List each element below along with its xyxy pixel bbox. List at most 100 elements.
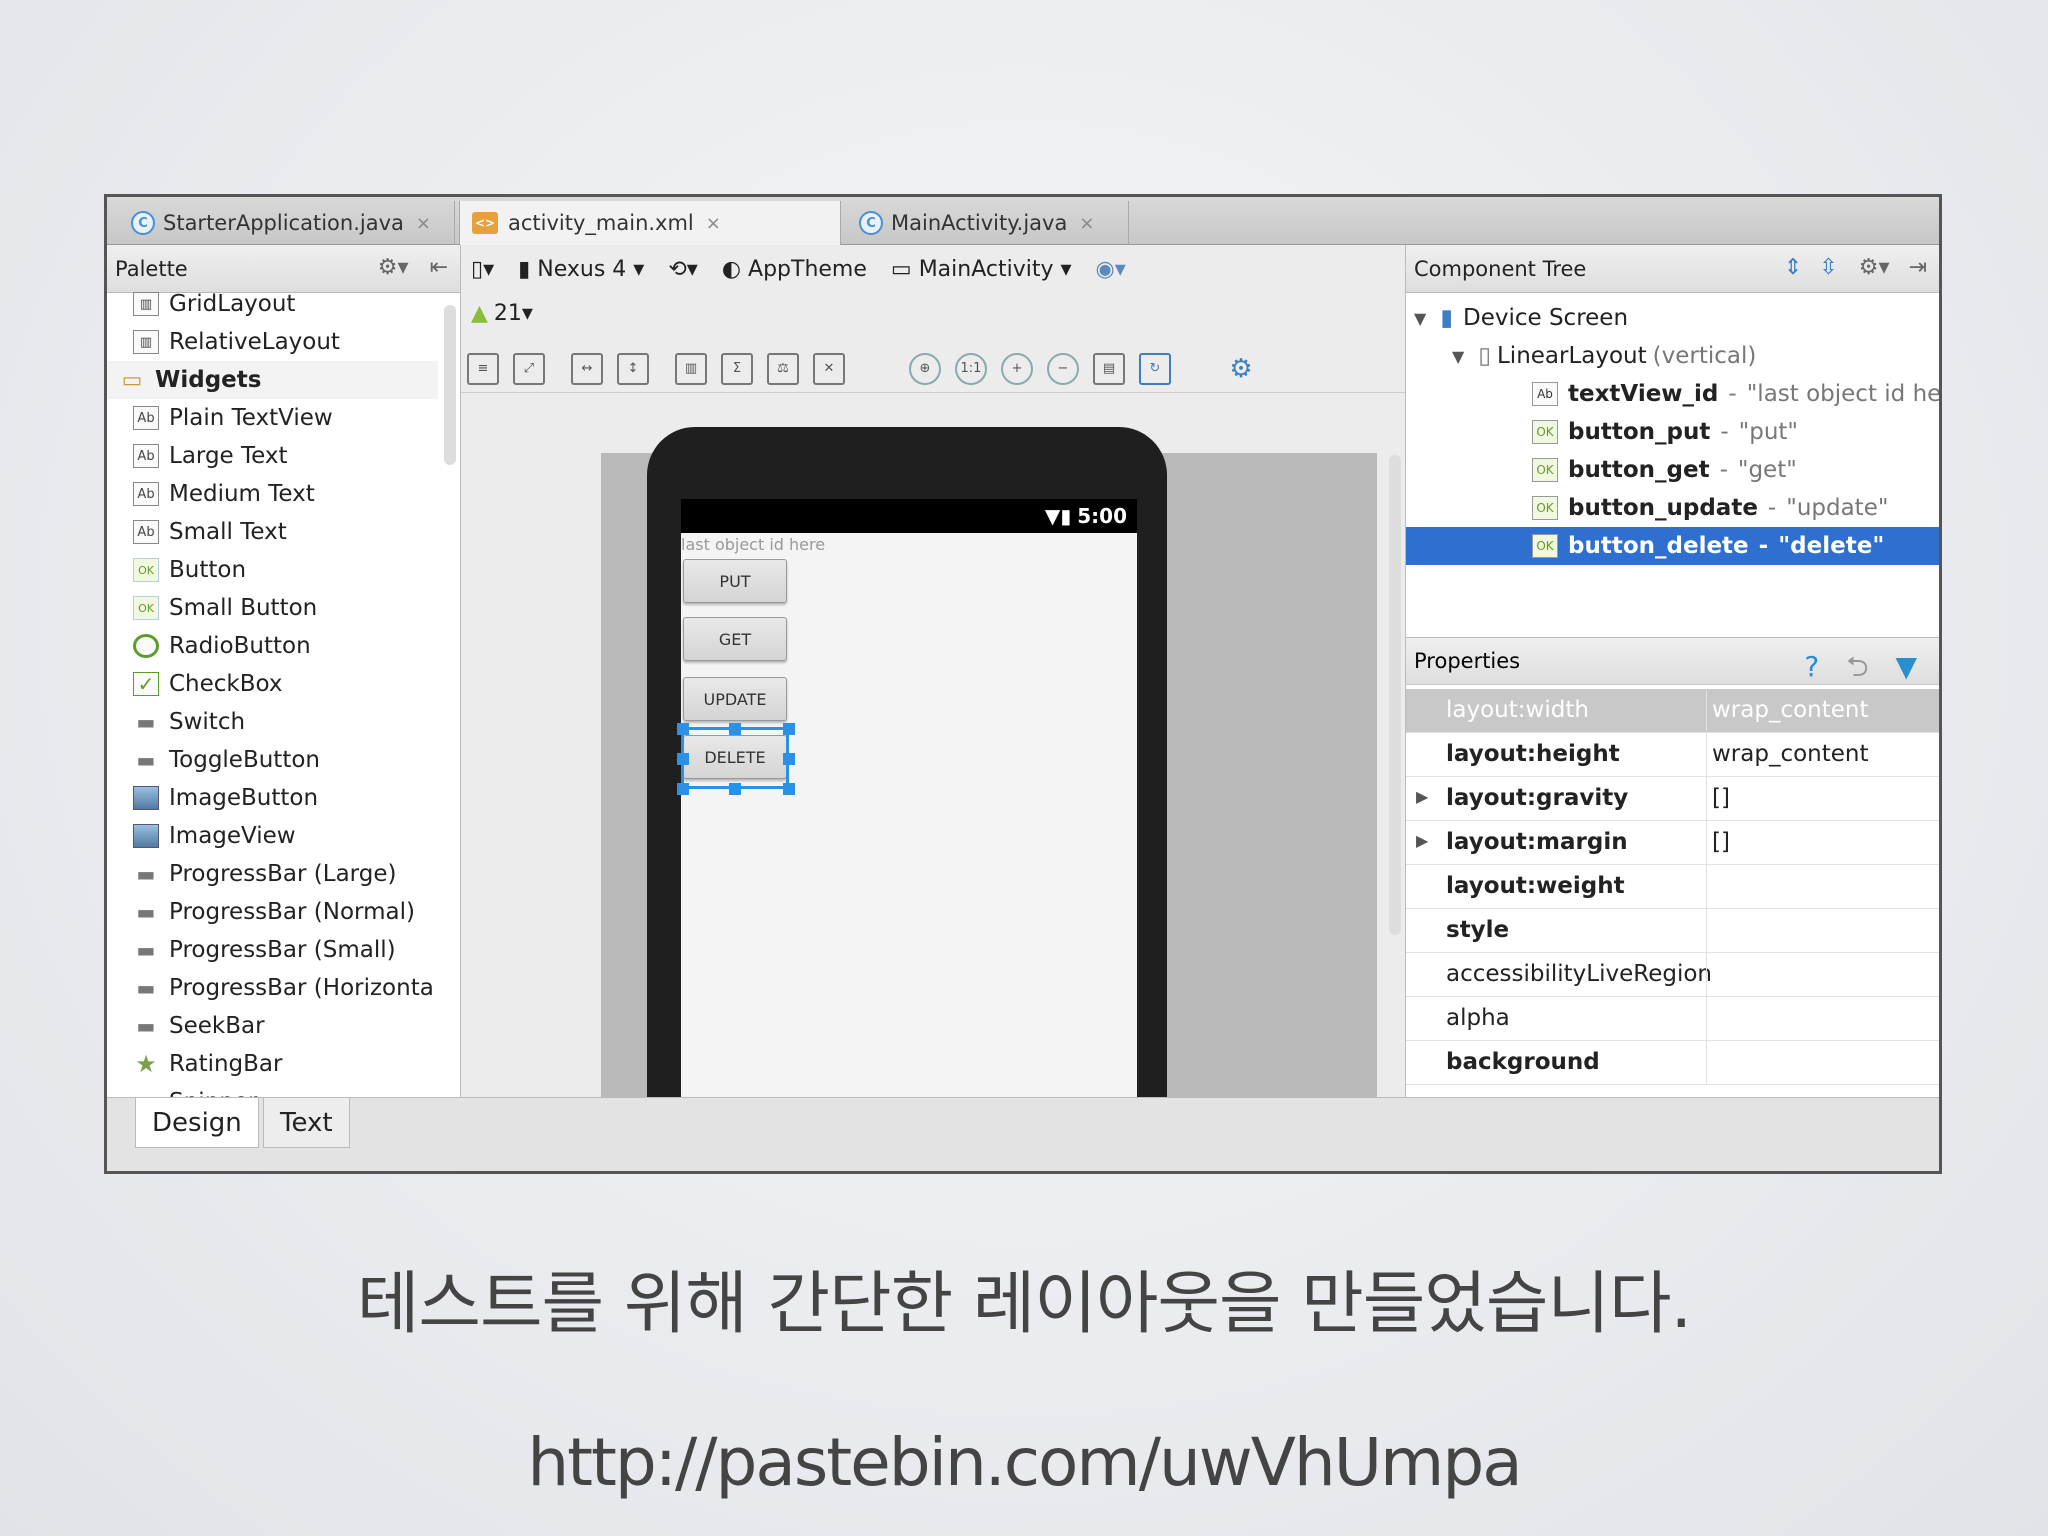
resize-handle[interactable]: [783, 783, 795, 795]
device-menu-icon[interactable]: ▯▾: [471, 257, 494, 282]
palette-item[interactable]: ▬ ProgressBar (Large): [107, 855, 438, 893]
palette-item[interactable]: RadioButton: [107, 627, 438, 665]
fit-icon[interactable]: ⤢: [513, 352, 545, 385]
property-row[interactable]: layout:weight: [1406, 865, 1939, 909]
preview-update-button[interactable]: UPDATE: [683, 677, 787, 721]
property-row[interactable]: ▶ layout:margin []: [1406, 821, 1939, 865]
expand-arrow-icon[interactable]: ▼: [1452, 347, 1464, 366]
palette-item[interactable]: ✓ CheckBox: [107, 665, 438, 703]
columns-icon[interactable]: ▥: [675, 352, 707, 385]
collapse-all-icon[interactable]: ⇳: [1819, 255, 1837, 280]
help-icon[interactable]: ?: [1804, 650, 1819, 683]
undo-icon[interactable]: ⮌: [1846, 650, 1868, 683]
hide-panel-icon[interactable]: ⇤: [430, 255, 448, 280]
tree-node-textView-id[interactable]: Ab textView_id-"last object id here": [1532, 375, 1939, 413]
tree-node-button-delete[interactable]: OK button_delete - "delete": [1406, 527, 1939, 565]
phone-screen[interactable]: ▼▮ 5:00 last object id here PUT GET UPDA…: [677, 499, 1137, 1119]
tree-node-button-put[interactable]: OK button_put - "put": [1532, 413, 1798, 451]
zoom-in-icon[interactable]: +: [1001, 352, 1033, 385]
screenshot-icon[interactable]: ▤: [1093, 352, 1125, 385]
close-icon[interactable]: ×: [416, 213, 431, 234]
property-row[interactable]: alpha: [1406, 997, 1939, 1041]
palette-item[interactable]: Ab Small Text: [107, 513, 438, 551]
hide-panel-icon[interactable]: ⇥: [1909, 255, 1927, 280]
palette-item[interactable]: ★ RatingBar: [107, 1045, 438, 1083]
theme-selector[interactable]: ◐ AppTheme: [722, 257, 867, 282]
property-value[interactable]: []: [1712, 829, 1730, 855]
device-selector[interactable]: ▮ Nexus 4 ▾: [518, 257, 644, 282]
delete-layout-icon[interactable]: ✕: [813, 352, 845, 385]
preview-textview[interactable]: last object id here: [681, 535, 825, 554]
fill-width-icon[interactable]: ↔: [571, 352, 603, 385]
resize-handle[interactable]: [677, 753, 689, 765]
preview-get-button[interactable]: GET: [683, 617, 787, 661]
close-icon[interactable]: ×: [1079, 213, 1094, 234]
resize-handle[interactable]: [729, 723, 741, 735]
palette-item[interactable]: Ab Large Text: [107, 437, 438, 475]
palette-item[interactable]: ImageButton: [107, 779, 438, 817]
expand-arrow-icon[interactable]: ▶: [1416, 831, 1428, 850]
resize-handle[interactable]: [677, 783, 689, 795]
orientation-icon[interactable]: ⟲▾: [668, 257, 697, 282]
expand-arrow-icon[interactable]: ▼: [1414, 309, 1426, 328]
palette-item[interactable]: OK Button: [107, 551, 438, 589]
activity-selector[interactable]: ▭ MainActivity ▾: [891, 257, 1072, 282]
tree-node-button-update[interactable]: OK button_update - "update": [1532, 489, 1888, 527]
property-value[interactable]: wrap_content: [1712, 741, 1869, 767]
settings-gear-icon[interactable]: ⚙: [1225, 353, 1257, 385]
palette-item[interactable]: ▬ ProgressBar (Small): [107, 931, 438, 969]
palette-item[interactable]: ▬ Spinner: [107, 1083, 438, 1097]
tab-activity-main-xml[interactable]: <> activity_main.xml ×: [459, 201, 841, 245]
palette-item[interactable]: ▬ Switch: [107, 703, 438, 741]
fill-height-icon[interactable]: ↕: [617, 352, 649, 385]
tab-starter-application[interactable]: C StarterApplication.java ×: [119, 201, 455, 245]
zoom-fit-icon[interactable]: ⊕: [909, 352, 941, 385]
close-icon[interactable]: ×: [706, 213, 721, 234]
palette-item[interactable]: ▬ ToggleButton: [107, 741, 438, 779]
pastebin-link[interactable]: http://pastebin.com/uwVhUmpa: [0, 1424, 2048, 1501]
tree-node-button-get[interactable]: OK button_get - "get": [1532, 451, 1797, 489]
resize-handle[interactable]: [677, 723, 689, 735]
resize-handle[interactable]: [783, 753, 795, 765]
tab-main-activity[interactable]: C MainActivity.java ×: [847, 201, 1129, 245]
property-row[interactable]: ▶ layout:gravity []: [1406, 777, 1939, 821]
property-row[interactable]: background: [1406, 1041, 1939, 1085]
property-row[interactable]: layout:width wrap_content: [1406, 689, 1939, 733]
zoom-actual-icon[interactable]: 1:1: [955, 352, 987, 385]
palette-category[interactable]: ▭ Widgets: [107, 361, 438, 399]
gear-icon[interactable]: ⚙▾: [378, 255, 409, 280]
tree-device-screen[interactable]: ▼ ▮ Device Screen: [1414, 299, 1628, 337]
property-value[interactable]: wrap_content: [1712, 697, 1869, 723]
balance-icon[interactable]: ⚖: [767, 352, 799, 385]
palette-item[interactable]: ▬ ProgressBar (Horizonta: [107, 969, 438, 1007]
palette-item[interactable]: ▥ RelativeLayout: [107, 323, 438, 361]
palette-item[interactable]: ▬ SeekBar: [107, 1007, 438, 1045]
palette-item[interactable]: Ab Medium Text: [107, 475, 438, 513]
palette-item[interactable]: OK Small Button: [107, 589, 438, 627]
preview-put-button[interactable]: PUT: [683, 559, 787, 603]
tab-design[interactable]: Design: [135, 1098, 259, 1148]
property-row[interactable]: style: [1406, 909, 1939, 953]
zoom-out-icon[interactable]: −: [1047, 352, 1079, 385]
gear-icon[interactable]: ⚙▾: [1859, 255, 1890, 280]
palette-item[interactable]: ImageView: [107, 817, 438, 855]
property-row[interactable]: accessibilityLiveRegion: [1406, 953, 1939, 997]
palette-item[interactable]: ▥ GridLayout: [107, 285, 438, 323]
palette-item[interactable]: Ab Plain TextView: [107, 399, 438, 437]
filter-icon[interactable]: ▼: [1895, 650, 1917, 683]
palette-scrollbar[interactable]: [444, 305, 456, 465]
property-value[interactable]: []: [1712, 785, 1730, 811]
expand-all-icon[interactable]: ⇕: [1784, 255, 1802, 280]
list-icon[interactable]: ≡: [467, 352, 499, 385]
expand-arrow-icon[interactable]: ▶: [1416, 787, 1428, 806]
designer-scrollbar[interactable]: [1389, 455, 1401, 935]
resize-handle[interactable]: [729, 783, 741, 795]
tree-linear-layout[interactable]: ▼ ▯ LinearLayout (vertical): [1452, 337, 1756, 375]
sum-icon[interactable]: Σ: [721, 352, 753, 385]
api-level[interactable]: 21: [494, 301, 522, 326]
locale-globe-icon[interactable]: ◉▾: [1096, 257, 1126, 282]
property-row[interactable]: layout:height wrap_content: [1406, 733, 1939, 777]
palette-item[interactable]: ▬ ProgressBar (Normal): [107, 893, 438, 931]
tab-text[interactable]: Text: [263, 1098, 350, 1148]
refresh-icon[interactable]: ↻: [1139, 352, 1171, 385]
